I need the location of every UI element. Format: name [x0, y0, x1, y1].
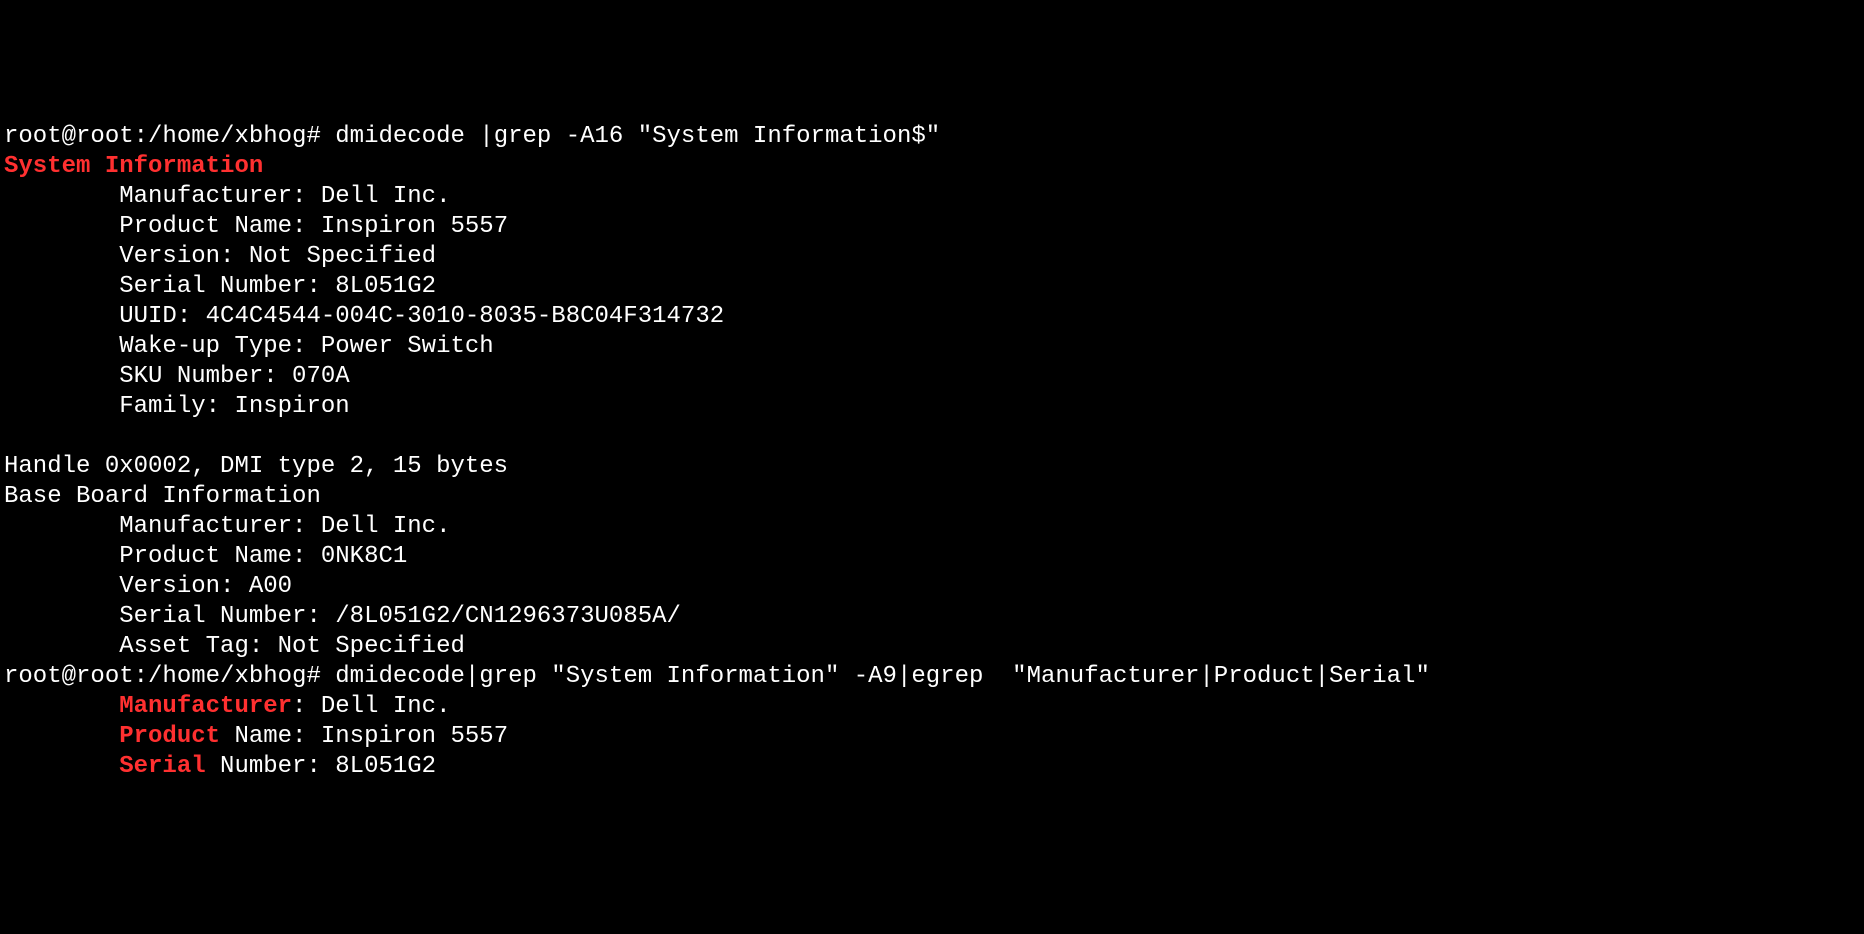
baseboard-header: Base Board Information — [4, 483, 321, 510]
prompt-user: root@root — [4, 123, 134, 150]
bb-manufacturer-line: Manufacturer: Dell Inc. — [4, 513, 450, 540]
rest-text: Name: Inspiron 5557 — [220, 723, 508, 750]
value: Inspiron — [234, 393, 349, 420]
indent — [4, 753, 119, 780]
output-manufacturer-line: Manufacturer: Dell Inc. — [4, 693, 450, 720]
sys-wakeup-line: Wake-up Type: Power Switch — [4, 333, 494, 360]
prompt-user: root@root — [4, 663, 134, 690]
sys-version-line: Version: Not Specified — [4, 243, 436, 270]
sys-uuid-line: UUID: 4C4C4544-004C-3010-8035-B8C04F3147… — [4, 303, 724, 330]
match-text: Manufacturer — [119, 693, 292, 720]
label: Wake-up Type: — [4, 333, 321, 360]
value: A00 — [249, 573, 292, 600]
sys-product-line: Product Name: Inspiron 5557 — [4, 213, 508, 240]
system-information-header: System Information — [4, 153, 263, 180]
label: Version: — [4, 573, 249, 600]
value: Not Specified — [249, 243, 436, 270]
label: Product Name: — [4, 543, 321, 570]
prompt-path: :/home/xbhog# — [134, 663, 336, 690]
sys-sku-line: SKU Number: 070A — [4, 363, 350, 390]
bb-product-line: Product Name: 0NK8C1 — [4, 543, 407, 570]
label: SKU Number: — [4, 363, 292, 390]
label: Manufacturer: — [4, 183, 321, 210]
value: 4C4C4544-004C-3010-8035-B8C04F314732 — [206, 303, 724, 330]
label: Manufacturer: — [4, 513, 321, 540]
sys-family-line: Family: Inspiron — [4, 393, 350, 420]
rest-text: Number: 8L051G2 — [206, 753, 436, 780]
bb-serial-line: Serial Number: /8L051G2/CN1296373U085A/ — [4, 603, 681, 630]
value: 070A — [292, 363, 350, 390]
output-product-line: Product Name: Inspiron 5557 — [4, 723, 508, 750]
match-text: Product — [119, 723, 220, 750]
sys-manufacturer-line: Manufacturer: Dell Inc. — [4, 183, 450, 210]
terminal-window[interactable]: root@root:/home/xbhog# dmidecode |grep -… — [0, 120, 1864, 784]
prompt-path: :/home/xbhog# — [134, 123, 336, 150]
value: Inspiron 5557 — [321, 213, 508, 240]
value: Not Specified — [278, 633, 465, 660]
prompt-line-1: root@root:/home/xbhog# dmidecode |grep -… — [4, 123, 940, 150]
value: /8L051G2/CN1296373U085A/ — [335, 603, 681, 630]
label: Family: — [4, 393, 234, 420]
label: Asset Tag: — [4, 633, 278, 660]
value: Dell Inc. — [321, 513, 451, 540]
value: Dell Inc. — [321, 183, 451, 210]
output-serial-line: Serial Number: 8L051G2 — [4, 753, 436, 780]
label: UUID: — [4, 303, 206, 330]
command-text: dmidecode|grep "System Information" -A9|… — [335, 663, 1430, 690]
label: Version: — [4, 243, 249, 270]
label: Serial Number: — [4, 603, 335, 630]
rest-text: : Dell Inc. — [292, 693, 450, 720]
sys-serial-line: Serial Number: 8L051G2 — [4, 273, 436, 300]
label: Product Name: — [4, 213, 321, 240]
value: 8L051G2 — [335, 273, 436, 300]
command-text: dmidecode |grep -A16 "System Information… — [335, 123, 940, 150]
indent — [4, 723, 119, 750]
match-text: Serial — [119, 753, 205, 780]
bb-asset-line: Asset Tag: Not Specified — [4, 633, 465, 660]
label: Serial Number: — [4, 273, 335, 300]
value: Power Switch — [321, 333, 494, 360]
handle-line: Handle 0x0002, DMI type 2, 15 bytes — [4, 453, 508, 480]
indent — [4, 693, 119, 720]
prompt-line-2: root@root:/home/xbhog# dmidecode|grep "S… — [4, 663, 1430, 690]
bb-version-line: Version: A00 — [4, 573, 292, 600]
value: 0NK8C1 — [321, 543, 407, 570]
